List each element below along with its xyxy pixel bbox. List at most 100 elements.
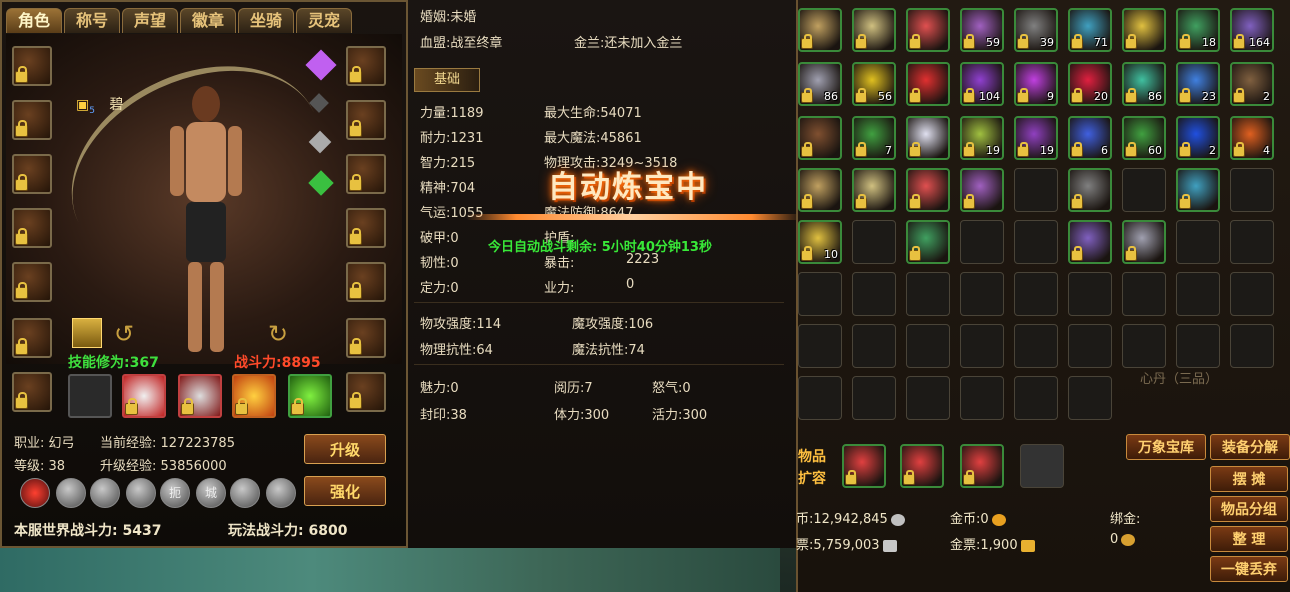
treasure-vault-button[interactable]: 万象宝库 [1126,434,1206,460]
inventory-item[interactable] [852,168,896,212]
inventory-empty-slot[interactable] [1230,324,1274,368]
tab-pet[interactable]: 灵宠 [296,8,352,33]
inventory-item[interactable]: 2 [1230,62,1274,106]
stall-button[interactable]: 摆 摊 [1210,466,1288,492]
inventory-item[interactable]: 56 [852,62,896,106]
equip-slot-weapon[interactable] [346,46,386,86]
expand-bag-slot-1[interactable] [842,444,886,488]
inventory-item[interactable] [1176,168,1220,212]
skill-slot-3[interactable] [178,374,222,418]
inventory-item[interactable] [798,116,842,160]
inventory-item[interactable] [906,220,950,264]
inventory-item[interactable] [798,8,842,52]
item-group-button[interactable]: 物品分组 [1210,496,1288,522]
inventory-empty-slot[interactable] [1176,272,1220,316]
inventory-empty-slot[interactable] [906,272,950,316]
inventory-item[interactable] [798,168,842,212]
inventory-item[interactable]: 18 [1176,8,1220,52]
tab-mount[interactable]: 坐骑 [238,8,294,33]
tab-title[interactable]: 称号 [64,8,120,33]
inventory-empty-slot[interactable] [1230,168,1274,212]
equip-slot-belt[interactable] [346,154,386,194]
badge-icon-3[interactable] [90,478,120,508]
inventory-empty-slot[interactable] [1014,168,1058,212]
badge-icon-2[interactable] [56,478,86,508]
inventory-item[interactable] [1068,220,1112,264]
equip-slot-ring-2[interactable] [346,262,386,302]
equip-slot-mask-2[interactable] [346,372,386,412]
inventory-empty-slot[interactable] [960,324,1004,368]
rotate-left-icon[interactable]: ↺ [114,320,134,348]
inventory-item[interactable]: 10 [798,220,842,264]
inventory-item[interactable]: 86 [1122,62,1166,106]
badge-icon-6[interactable]: 城 [196,478,226,508]
inventory-item[interactable]: 164 [1230,8,1274,52]
inventory-item[interactable]: 86 [798,62,842,106]
inventory-empty-slot[interactable] [960,376,1004,420]
inventory-empty-slot[interactable] [1068,324,1112,368]
inventory-item[interactable]: 20 [1068,62,1112,106]
inventory-item[interactable]: 2 [1176,116,1220,160]
inventory-empty-slot[interactable] [1122,272,1166,316]
equip-slot-ring-1[interactable] [346,208,386,248]
inventory-empty-slot[interactable] [798,376,842,420]
inventory-empty-slot[interactable] [1014,324,1058,368]
badge-icon-8[interactable] [266,478,296,508]
inventory-empty-slot[interactable] [852,324,896,368]
inventory-item[interactable]: 59 [960,8,1004,52]
inventory-item[interactable] [1122,220,1166,264]
inventory-item[interactable]: 19 [1014,116,1058,160]
inventory-item[interactable] [1122,8,1166,52]
inventory-empty-slot[interactable] [960,220,1004,264]
inventory-item[interactable]: 6 [1068,116,1112,160]
fashion-toggle-icon[interactable] [72,318,102,348]
equip-slot-boots[interactable] [12,372,52,412]
tab-badge[interactable]: 徽章 [180,8,236,33]
inventory-empty-slot[interactable] [798,272,842,316]
inventory-item[interactable]: 9 [1014,62,1058,106]
inventory-item[interactable]: 71 [1068,8,1112,52]
inventory-item[interactable] [906,116,950,160]
inventory-empty-slot[interactable] [960,272,1004,316]
equip-slot-mask[interactable] [346,318,386,358]
tab-reputation[interactable]: 声望 [122,8,178,33]
inventory-item[interactable] [960,168,1004,212]
inventory-empty-slot[interactable] [1230,220,1274,264]
inventory-item[interactable]: 23 [1176,62,1220,106]
equip-slot-bracer[interactable] [12,262,52,302]
inventory-item[interactable] [906,8,950,52]
badge-icon-4[interactable] [126,478,156,508]
inventory-empty-slot[interactable] [852,272,896,316]
inventory-empty-slot[interactable] [852,220,896,264]
badge-icon-5[interactable]: 扼 [160,478,190,508]
inventory-empty-slot[interactable] [1068,272,1112,316]
inventory-empty-slot[interactable] [1122,168,1166,212]
inventory-empty-slot[interactable] [906,324,950,368]
inventory-item[interactable]: 4 [1230,116,1274,160]
expand-bag-slot-2[interactable] [900,444,944,488]
skill-slot-1[interactable] [68,374,112,418]
disassemble-button[interactable]: 装备分解 [1210,434,1290,460]
equip-slot-armor[interactable] [12,208,52,248]
skill-slot-2[interactable] [122,374,166,418]
inventory-empty-slot[interactable] [1176,324,1220,368]
equip-slot-shoulder[interactable] [12,100,52,140]
inventory-item[interactable]: 39 [1014,8,1058,52]
inventory-item[interactable]: 104 [960,62,1004,106]
inventory-item[interactable] [906,62,950,106]
skill-slot-4[interactable] [232,374,276,418]
inventory-empty-slot[interactable] [1230,272,1274,316]
purple-gem-icon[interactable] [305,49,337,81]
skill-slot-5[interactable] [288,374,332,418]
enhance-button[interactable]: 强化 [304,476,386,506]
inventory-empty-slot[interactable] [1014,272,1058,316]
equip-slot-offhand[interactable] [346,100,386,140]
dragon-badge-icon[interactable] [20,478,50,508]
inventory-empty-slot[interactable] [1014,376,1058,420]
inventory-item[interactable]: 19 [960,116,1004,160]
rotate-right-icon[interactable]: ↻ [268,320,288,348]
equip-slot-necklace[interactable] [12,154,52,194]
inventory-item[interactable] [906,168,950,212]
inventory-item[interactable]: 7 [852,116,896,160]
expand-bag-slot-3[interactable] [960,444,1004,488]
